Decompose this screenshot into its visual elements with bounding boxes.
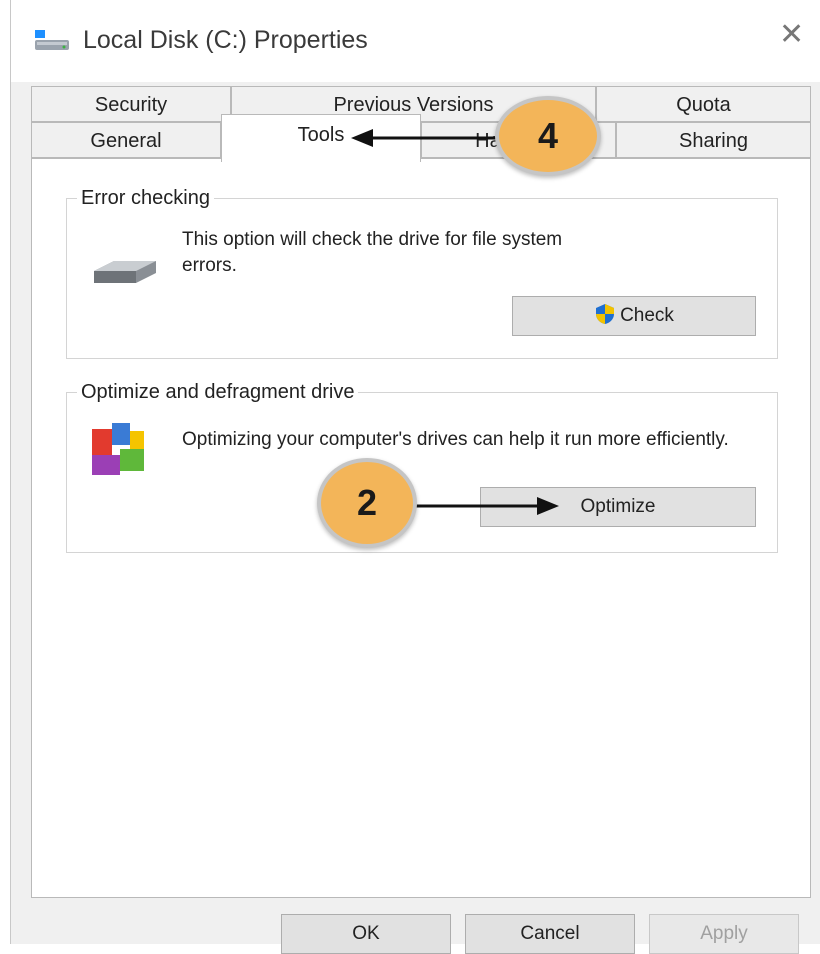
apply-button[interactable]: Apply: [649, 914, 799, 954]
error-checking-legend: Error checking: [81, 187, 210, 209]
title-bar: Local Disk (C:) Properties ✕: [11, 0, 820, 82]
tab-quota[interactable]: Quota: [596, 86, 811, 122]
optimize-legend: Optimize and defragment drive: [81, 381, 355, 403]
optimize-description: Optimizing your computer's drives can he…: [182, 429, 729, 450]
callout-2-arrow: [411, 497, 559, 515]
uac-shield-icon: [596, 304, 615, 324]
callout-badge-2: 2: [317, 458, 417, 548]
drive-icon: [35, 30, 69, 50]
callout-badge-4: 4: [495, 96, 601, 176]
window-title: Local Disk (C:) Properties: [83, 26, 368, 54]
callout-4-arrow: [351, 129, 501, 147]
check-button-label: Check: [620, 305, 674, 326]
tools-tab-page: Error checking This option will check th…: [31, 158, 811, 898]
tab-general[interactable]: General: [31, 122, 221, 158]
error-checking-description: This option will check the drive for fil…: [182, 229, 563, 276]
optimize-group: Optimize and defragment drive: [66, 381, 778, 553]
hard-drive-icon: [94, 261, 156, 283]
cancel-button[interactable]: Cancel: [465, 914, 635, 954]
tab-security[interactable]: Security: [31, 86, 231, 122]
close-icon[interactable]: ✕: [779, 20, 804, 50]
ok-button[interactable]: OK: [281, 914, 451, 954]
properties-dialog: Local Disk (C:) Properties ✕ Security Pr…: [10, 0, 820, 954]
check-button[interactable]: Check: [512, 296, 756, 336]
defrag-icon: [92, 423, 144, 475]
tab-sharing[interactable]: Sharing: [616, 122, 811, 158]
